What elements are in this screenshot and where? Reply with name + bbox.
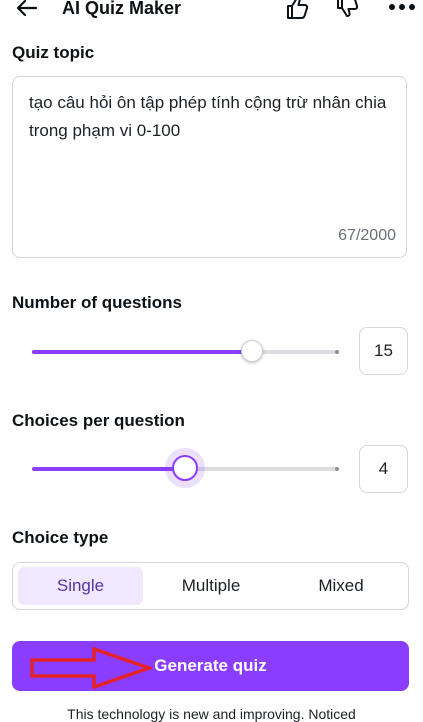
number-of-questions-slider-handle[interactable] bbox=[241, 340, 263, 362]
choice-type-segmented-control: Single Multiple Mixed bbox=[12, 562, 409, 610]
slider-end-dot bbox=[335, 467, 339, 471]
number-of-questions-slider[interactable] bbox=[32, 340, 339, 362]
red-arrow-annotation-icon bbox=[30, 646, 152, 690]
quiz-topic-value: tạo câu hỏi ôn tập phép tính cộng trừ nh… bbox=[29, 93, 387, 140]
disclaimer-text: This technology is new and improving. No… bbox=[67, 706, 356, 722]
quiz-topic-textarea[interactable]: tạo câu hỏi ôn tập phép tính cộng trừ nh… bbox=[12, 76, 407, 258]
header: AI Quiz Maker bbox=[0, 0, 423, 22]
choice-type-single[interactable]: Single bbox=[18, 567, 143, 605]
choices-per-question-slider-fill bbox=[32, 467, 185, 471]
choices-per-question-slider[interactable] bbox=[32, 455, 339, 481]
choice-type-label: Choice type bbox=[12, 528, 109, 547]
number-of-questions-label: Number of questions bbox=[12, 293, 183, 312]
character-count: 67/2000 bbox=[338, 227, 396, 244]
number-of-questions-slider-fill bbox=[32, 350, 252, 354]
thumbs-up-button[interactable] bbox=[284, 0, 310, 20]
slider-end-dot bbox=[335, 350, 339, 354]
choice-type-multiple[interactable]: Multiple bbox=[146, 567, 276, 605]
back-button[interactable] bbox=[14, 0, 40, 20]
choices-per-question-input[interactable]: 4 bbox=[359, 445, 408, 493]
page-title: AI Quiz Maker bbox=[62, 0, 182, 18]
more-icon bbox=[389, 4, 415, 10]
choice-type-mixed[interactable]: Mixed bbox=[278, 567, 404, 605]
thumbs-down-icon bbox=[337, 0, 359, 17]
choices-per-question-label: Choices per question bbox=[12, 411, 185, 430]
thumbs-up-icon bbox=[287, 0, 309, 19]
quiz-topic-label: Quiz topic bbox=[12, 43, 95, 62]
arrow-left-icon bbox=[16, 0, 38, 17]
thumbs-down-button[interactable] bbox=[334, 0, 360, 20]
more-options-button[interactable] bbox=[388, 0, 416, 18]
choices-per-question-slider-handle[interactable] bbox=[172, 455, 198, 481]
number-of-questions-input[interactable]: 15 bbox=[359, 327, 408, 375]
